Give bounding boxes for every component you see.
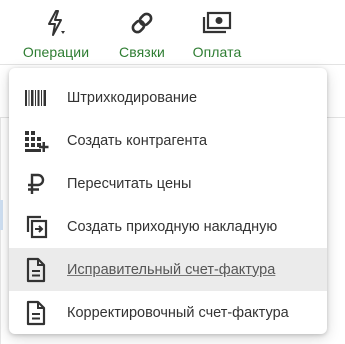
operations-label: Операции: [22, 44, 90, 60]
menu-item-label: Исправительный счет-фактура: [67, 261, 276, 278]
payment-label: Оплата: [192, 44, 242, 60]
background-highlight: [0, 200, 3, 230]
links-label: Связки: [119, 44, 165, 60]
toolbar-divider: [0, 64, 345, 65]
menu-item-label: Корректировочный счет-фактура: [67, 304, 289, 321]
document-icon: [23, 300, 49, 326]
add-building-icon: [23, 128, 49, 154]
menu-item-adjustment-invoice[interactable]: Корректировочный счет-фактура: [9, 291, 327, 334]
payment-button[interactable]: Оплата: [188, 8, 246, 62]
page: Операции Связки Оплата Штрихкодирование …: [0, 0, 345, 344]
menu-item-create-incoming-invoice[interactable]: Создать приходную накладную: [9, 205, 327, 248]
menu-item-barcoding[interactable]: Штрихкодирование: [9, 76, 327, 119]
menu-item-corrective-invoice[interactable]: Исправительный счет-фактура: [9, 248, 327, 291]
incoming-document-icon: [23, 214, 49, 240]
menu-item-recalculate-prices[interactable]: Пересчитать цены: [9, 162, 327, 205]
link-icon: [129, 8, 155, 38]
menu-item-create-counterparty[interactable]: Создать контрагента: [9, 119, 327, 162]
operations-button[interactable]: Операции: [20, 8, 92, 62]
payment-icon: [202, 8, 232, 38]
operations-dropdown-menu: Штрихкодирование Создать контрагента Пер…: [9, 68, 327, 334]
links-button[interactable]: Связки: [114, 8, 170, 62]
content-border: [0, 118, 1, 344]
bolt-icon: [44, 8, 68, 38]
barcode-icon: [23, 85, 49, 111]
menu-item-label: Пересчитать цены: [67, 175, 192, 192]
menu-item-label: Создать контрагента: [67, 132, 208, 149]
menu-item-label: Штрихкодирование: [67, 89, 198, 106]
toolbar: Операции Связки Оплата: [0, 0, 345, 64]
ruble-icon: [23, 171, 49, 197]
menu-item-label: Создать приходную накладную: [67, 218, 278, 235]
document-icon: [23, 257, 49, 283]
